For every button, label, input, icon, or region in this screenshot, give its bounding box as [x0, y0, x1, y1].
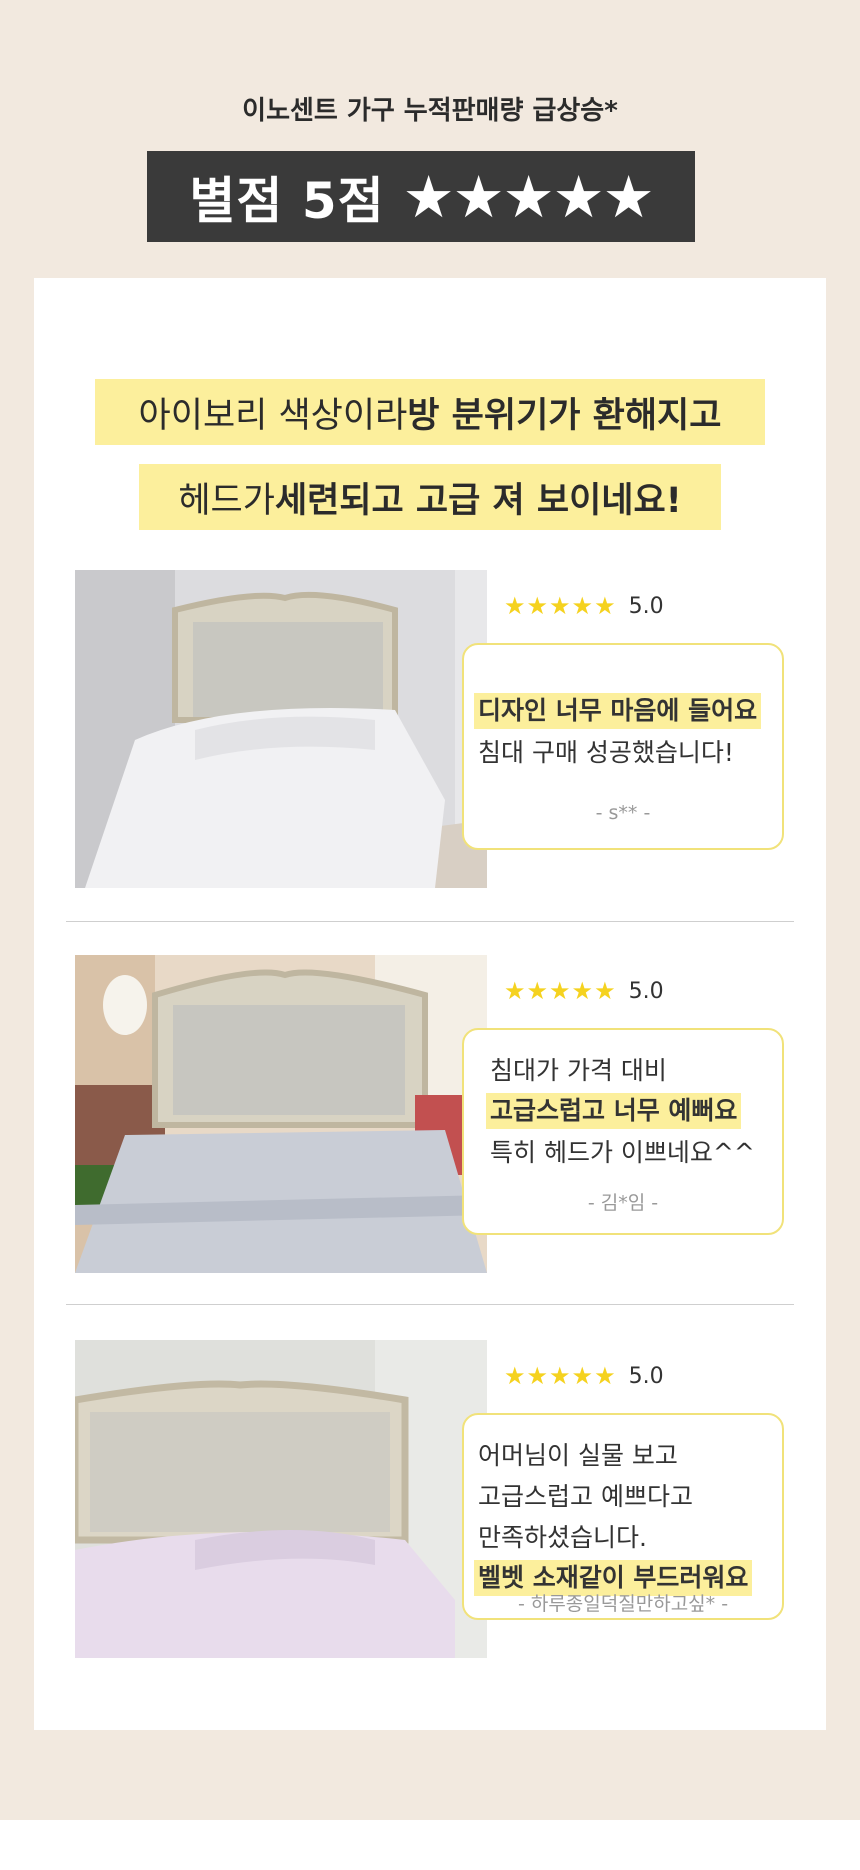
- review-bubble: 침대가 가격 대비 고급스럽고 너무 예뻐요 특히 헤드가 이쁘네요^^ - 김…: [462, 1028, 784, 1235]
- review-card: 아이보리 색상이라 방 분위기가 환해지고 헤드가 세련되고 고급 져 보이네요…: [34, 278, 826, 1730]
- review-line-highlight: 디자인 너무 마음에 들어요: [474, 693, 762, 729]
- review-line: 어머님이 실물 보고: [478, 1441, 678, 1470]
- review-author: - s** -: [595, 802, 651, 824]
- review-item: ★★★★★ 5.0 디자인 너무 마음에 들어요 침대 구매 성공했습니다! -…: [34, 570, 826, 890]
- review-line-highlight: 고급스럽고 너무 예뻐요: [486, 1093, 742, 1129]
- highlight-line-1-bold: 방 분위기가 환해지고: [407, 395, 722, 436]
- rating-stars-icon: ★★★★★: [504, 977, 617, 1005]
- bottom-strip: [0, 1820, 860, 1870]
- review-bubble: 디자인 너무 마음에 들어요 침대 구매 성공했습니다! - s** -: [462, 643, 784, 850]
- rating-text: 별점 5점: [189, 171, 385, 230]
- rating-score: 5.0: [628, 1363, 664, 1389]
- review-line: 고급스럽고 예쁘다고: [478, 1482, 693, 1511]
- review-rating: ★★★★★ 5.0: [504, 592, 664, 620]
- rating-score: 5.0: [628, 593, 664, 619]
- review-line: 침대가 가격 대비: [490, 1056, 667, 1085]
- rating-stars-icon: ★★★★★: [504, 1362, 617, 1390]
- rating-score: 5.0: [628, 978, 664, 1004]
- bed-photo-image: [75, 570, 487, 888]
- divider: [66, 1304, 794, 1305]
- highlight-line-1: 아이보리 색상이라 방 분위기가 환해지고: [95, 379, 765, 445]
- rating-banner: 별점 5점 ★★★★★: [147, 151, 695, 242]
- review-rating: ★★★★★ 5.0: [504, 1362, 664, 1390]
- divider: [66, 921, 794, 922]
- bed-photo-image: [75, 1340, 487, 1658]
- review-photo: [75, 570, 487, 888]
- review-line: 만족하셨습니다.: [478, 1523, 647, 1552]
- review-author: - 김*임 -: [587, 1192, 659, 1214]
- review-bubble: 어머님이 실물 보고 고급스럽고 예쁘다고 만족하셨습니다. 벨벳 소재같이 부…: [462, 1413, 784, 1620]
- highlight-line-2-normal: 헤드가: [178, 480, 275, 521]
- highlight-line-2: 헤드가 세련되고 고급 져 보이네요!: [139, 464, 721, 530]
- bed-photo-image: [75, 955, 487, 1273]
- review-line: 침대 구매 성공했습니다!: [478, 738, 734, 767]
- rating-stars-icon: ★★★★★: [402, 162, 655, 231]
- review-item: ★★★★★ 5.0 침대가 가격 대비 고급스럽고 너무 예뻐요 특히 헤드가 …: [34, 955, 826, 1275]
- highlight-line-2-bold: 세련되고 고급 져 보이네요!: [274, 480, 682, 521]
- review-photo: [75, 955, 487, 1273]
- page-headline: 이노센트 가구 누적판매량 급상승*: [242, 96, 618, 126]
- review-author: - 하루종일덕질만하고싶* -: [517, 1593, 729, 1615]
- rating-stars-icon: ★★★★★: [504, 592, 617, 620]
- review-rating: ★★★★★ 5.0: [504, 977, 664, 1005]
- review-line: 특히 헤드가 이쁘네요^^: [490, 1138, 755, 1167]
- review-photo: [75, 1340, 487, 1658]
- review-item: ★★★★★ 5.0 어머님이 실물 보고 고급스럽고 예쁘다고 만족하셨습니다.…: [34, 1340, 826, 1660]
- highlight-line-1-normal: 아이보리 색상이라: [138, 395, 408, 436]
